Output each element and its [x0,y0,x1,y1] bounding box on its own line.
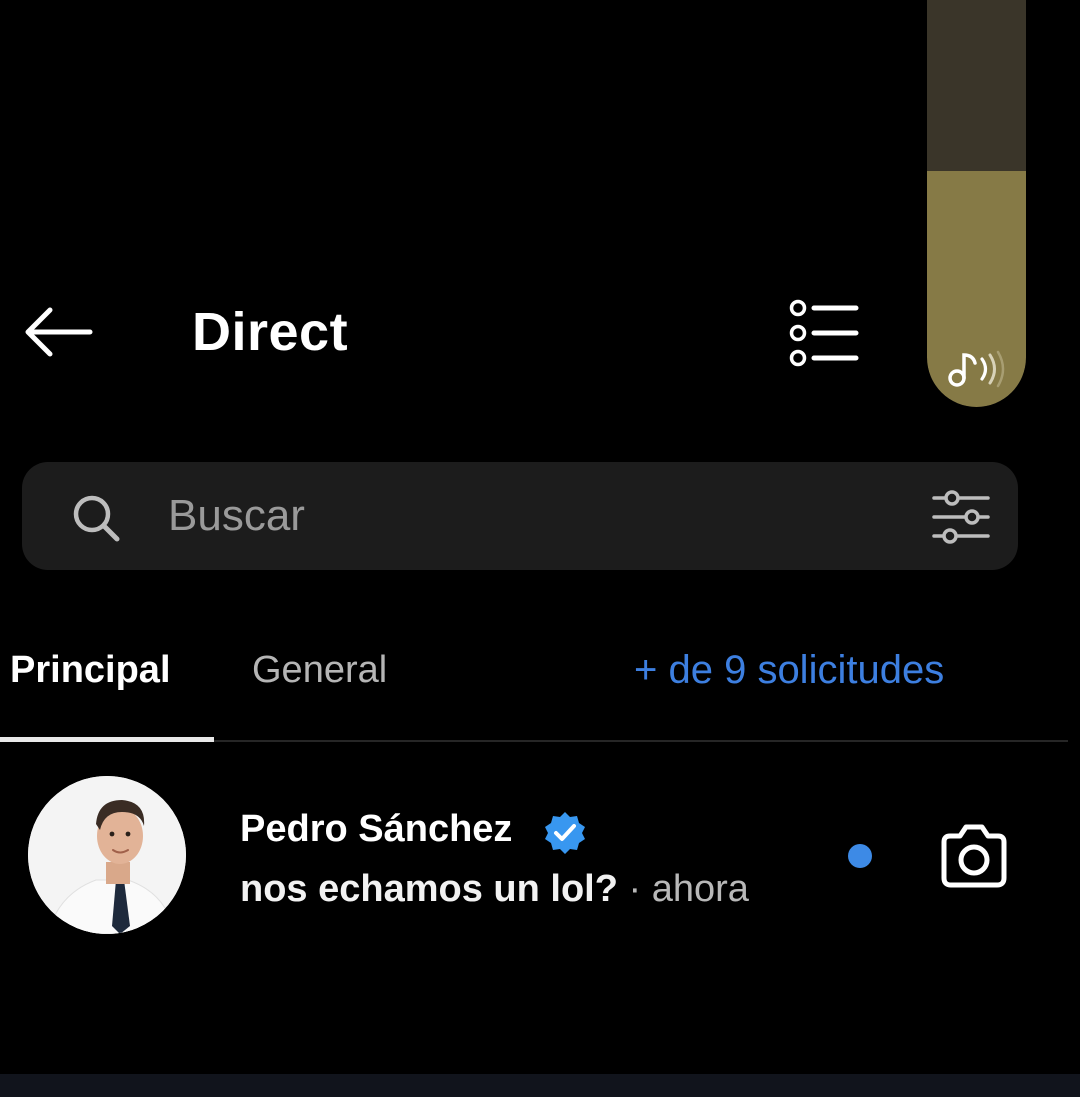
list-icon [789,299,859,367]
direct-messages-screen: Direct Principal General + de 9 solicitu… [0,0,1080,1097]
tab-general[interactable]: General [252,640,387,700]
conversation-name: Pedro Sánchez [240,808,513,850]
search-input[interactable] [168,486,888,546]
verified-badge-icon [545,812,585,854]
message-text: nos echamos un lol? [240,868,618,910]
list-view-button[interactable] [784,296,864,370]
bottom-edge-bar [0,1074,1080,1097]
filter-sliders-icon [932,490,990,544]
last-message: nos echamos un lol? · ahora [240,864,749,914]
message-requests-link[interactable]: + de 9 solicitudes [634,640,944,700]
tab-principal[interactable]: Principal [10,640,171,700]
message-time: ahora [651,868,749,910]
active-tab-indicator [0,737,214,742]
arrow-left-icon [25,307,93,357]
search-bar[interactable] [22,462,1018,570]
camera-icon [941,824,1007,888]
back-button[interactable] [20,300,98,364]
avatar [28,776,186,934]
music-note-icon [948,350,1005,388]
message-separator: · [628,868,642,910]
unread-indicator [848,844,872,868]
search-icon [73,495,120,542]
profile-photo [28,776,186,934]
conversation-row[interactable]: Pedro Sánchez nos echamos un lol? · ahor… [0,770,1080,950]
volume-slider[interactable] [927,0,1026,407]
search-filter-button[interactable] [928,486,994,548]
page-title: Direct [192,302,349,362]
camera-button[interactable] [936,822,1012,890]
